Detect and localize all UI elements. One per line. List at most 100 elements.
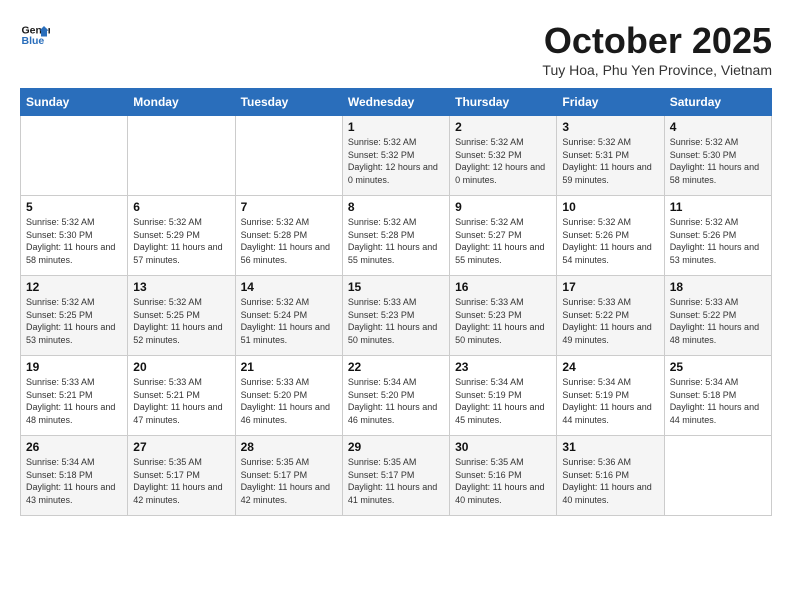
day-number: 1 — [348, 120, 444, 134]
day-cell: 3 Sunrise: 5:32 AM Sunset: 5:31 PM Daylig… — [557, 116, 664, 196]
day-info: Sunrise: 5:35 AM Sunset: 5:17 PM Dayligh… — [348, 456, 444, 506]
day-cell — [21, 116, 128, 196]
day-number: 11 — [670, 200, 766, 214]
logo-icon: General Blue — [20, 20, 50, 50]
day-cell: 10 Sunrise: 5:32 AM Sunset: 5:26 PM Dayli… — [557, 196, 664, 276]
month-title: October 2025 — [542, 20, 772, 62]
day-info: Sunrise: 5:33 AM Sunset: 5:23 PM Dayligh… — [348, 296, 444, 346]
day-cell: 23 Sunrise: 5:34 AM Sunset: 5:19 PM Dayli… — [450, 356, 557, 436]
day-number: 25 — [670, 360, 766, 374]
day-cell: 26 Sunrise: 5:34 AM Sunset: 5:18 PM Dayli… — [21, 436, 128, 516]
day-info: Sunrise: 5:33 AM Sunset: 5:21 PM Dayligh… — [133, 376, 229, 426]
day-info: Sunrise: 5:32 AM Sunset: 5:28 PM Dayligh… — [348, 216, 444, 266]
day-number: 27 — [133, 440, 229, 454]
day-number: 28 — [241, 440, 337, 454]
day-number: 20 — [133, 360, 229, 374]
day-number: 24 — [562, 360, 658, 374]
header-thursday: Thursday — [450, 89, 557, 116]
day-info: Sunrise: 5:32 AM Sunset: 5:29 PM Dayligh… — [133, 216, 229, 266]
day-info: Sunrise: 5:32 AM Sunset: 5:27 PM Dayligh… — [455, 216, 551, 266]
day-cell: 2Sunrise: 5:32 AM Sunset: 5:32 PM Daylig… — [450, 116, 557, 196]
day-number: 29 — [348, 440, 444, 454]
day-cell: 21 Sunrise: 5:33 AM Sunset: 5:20 PM Dayli… — [235, 356, 342, 436]
day-number: 30 — [455, 440, 551, 454]
day-number: 15 — [348, 280, 444, 294]
header-saturday: Saturday — [664, 89, 771, 116]
day-cell: 4Sunrise: 5:32 AM Sunset: 5:30 PM Daylig… — [664, 116, 771, 196]
logo: General Blue — [20, 20, 50, 50]
day-cell: 30 Sunrise: 5:35 AM Sunset: 5:16 PM Dayli… — [450, 436, 557, 516]
title-section: October 2025 Tuy Hoa, Phu Yen Province, … — [542, 20, 772, 78]
day-info: Sunrise: 5:35 AM Sunset: 5:16 PM Dayligh… — [455, 456, 551, 506]
day-cell: 18 Sunrise: 5:33 AM Sunset: 5:22 PM Dayli… — [664, 276, 771, 356]
day-number: 8 — [348, 200, 444, 214]
day-cell: 14Sunrise: 5:32 AM Sunset: 5:24 PM Dayli… — [235, 276, 342, 356]
day-number: 23 — [455, 360, 551, 374]
day-cell: 15 Sunrise: 5:33 AM Sunset: 5:23 PM Dayli… — [342, 276, 449, 356]
day-number: 16 — [455, 280, 551, 294]
day-number: 5 — [26, 200, 122, 214]
svg-text:Blue: Blue — [22, 35, 45, 47]
day-info: Sunrise: 5:32 AM Sunset: 5:25 PM Dayligh… — [26, 296, 122, 346]
day-number: 13 — [133, 280, 229, 294]
day-cell — [128, 116, 235, 196]
day-cell: 9 Sunrise: 5:32 AM Sunset: 5:27 PM Daylig… — [450, 196, 557, 276]
day-cell: 13 Sunrise: 5:32 AM Sunset: 5:25 PM Dayli… — [128, 276, 235, 356]
day-cell: 16 Sunrise: 5:33 AM Sunset: 5:23 PM Dayli… — [450, 276, 557, 356]
day-cell: 24 Sunrise: 5:34 AM Sunset: 5:19 PM Dayli… — [557, 356, 664, 436]
day-info: Sunrise: 5:33 AM Sunset: 5:23 PM Dayligh… — [455, 296, 551, 346]
day-info: Sunrise: 5:34 AM Sunset: 5:18 PM Dayligh… — [670, 376, 766, 426]
day-cell: 25 Sunrise: 5:34 AM Sunset: 5:18 PM Dayli… — [664, 356, 771, 436]
week-row-2: 5 Sunrise: 5:32 AM Sunset: 5:30 PM Daylig… — [21, 196, 772, 276]
day-number: 9 — [455, 200, 551, 214]
day-info: Sunrise: 5:32 AM Sunset: 5:26 PM Dayligh… — [562, 216, 658, 266]
header-wednesday: Wednesday — [342, 89, 449, 116]
day-info: Sunrise: 5:35 AM Sunset: 5:17 PM Dayligh… — [133, 456, 229, 506]
day-cell: 11 Sunrise: 5:32 AM Sunset: 5:26 PM Dayli… — [664, 196, 771, 276]
day-cell: 27 Sunrise: 5:35 AM Sunset: 5:17 PM Dayli… — [128, 436, 235, 516]
day-number: 21 — [241, 360, 337, 374]
day-number: 17 — [562, 280, 658, 294]
day-info: Sunrise: 5:32 AM Sunset: 5:31 PM Dayligh… — [562, 136, 658, 186]
day-info: Sunrise: 5:32 AM Sunset: 5:25 PM Dayligh… — [133, 296, 229, 346]
day-info: Sunrise: 5:32 AM Sunset: 5:24 PM Dayligh… — [241, 296, 337, 346]
day-cell: 19Sunrise: 5:33 AM Sunset: 5:21 PM Dayli… — [21, 356, 128, 436]
day-cell — [664, 436, 771, 516]
day-number: 26 — [26, 440, 122, 454]
week-row-1: 1 Sunrise: 5:32 AM Sunset: 5:32 PM Daylig… — [21, 116, 772, 196]
page-header: General Blue October 2025 Tuy Hoa, Phu Y… — [20, 20, 772, 78]
day-info: Sunrise: 5:33 AM Sunset: 5:22 PM Dayligh… — [670, 296, 766, 346]
day-info: Sunrise: 5:32 AM Sunset: 5:26 PM Dayligh… — [670, 216, 766, 266]
day-number: 22 — [348, 360, 444, 374]
week-row-3: 12 Sunrise: 5:32 AM Sunset: 5:25 PM Dayli… — [21, 276, 772, 356]
day-number: 3 — [562, 120, 658, 134]
location-title: Tuy Hoa, Phu Yen Province, Vietnam — [542, 62, 772, 78]
day-cell: 22 Sunrise: 5:34 AM Sunset: 5:20 PM Dayli… — [342, 356, 449, 436]
day-info: Sunrise: 5:33 AM Sunset: 5:21 PM Dayligh… — [26, 376, 122, 426]
day-info: Sunrise: 5:34 AM Sunset: 5:18 PM Dayligh… — [26, 456, 122, 506]
day-number: 10 — [562, 200, 658, 214]
day-info: Sunrise: 5:33 AM Sunset: 5:22 PM Dayligh… — [562, 296, 658, 346]
day-cell: 1 Sunrise: 5:32 AM Sunset: 5:32 PM Daylig… — [342, 116, 449, 196]
week-row-4: 19Sunrise: 5:33 AM Sunset: 5:21 PM Dayli… — [21, 356, 772, 436]
day-info: Sunrise: 5:34 AM Sunset: 5:20 PM Dayligh… — [348, 376, 444, 426]
day-number: 18 — [670, 280, 766, 294]
week-row-5: 26 Sunrise: 5:34 AM Sunset: 5:18 PM Dayli… — [21, 436, 772, 516]
day-cell: 29 Sunrise: 5:35 AM Sunset: 5:17 PM Dayli… — [342, 436, 449, 516]
day-number: 2 — [455, 120, 551, 134]
day-info: Sunrise: 5:35 AM Sunset: 5:17 PM Dayligh… — [241, 456, 337, 506]
day-cell: 6 Sunrise: 5:32 AM Sunset: 5:29 PM Daylig… — [128, 196, 235, 276]
day-cell: 12 Sunrise: 5:32 AM Sunset: 5:25 PM Dayli… — [21, 276, 128, 356]
day-info: Sunrise: 5:32 AM Sunset: 5:30 PM Dayligh… — [26, 216, 122, 266]
day-number: 6 — [133, 200, 229, 214]
header-sunday: Sunday — [21, 89, 128, 116]
day-info: Sunrise: 5:32 AM Sunset: 5:32 PM Dayligh… — [348, 136, 444, 186]
day-info: Sunrise: 5:34 AM Sunset: 5:19 PM Dayligh… — [562, 376, 658, 426]
day-number: 12 — [26, 280, 122, 294]
day-info: Sunrise: 5:33 AM Sunset: 5:20 PM Dayligh… — [241, 376, 337, 426]
day-cell: 7Sunrise: 5:32 AM Sunset: 5:28 PM Daylig… — [235, 196, 342, 276]
day-number: 4 — [670, 120, 766, 134]
day-info: Sunrise: 5:34 AM Sunset: 5:19 PM Dayligh… — [455, 376, 551, 426]
header-row: Sunday Monday Tuesday Wednesday Thursday… — [21, 89, 772, 116]
day-cell — [235, 116, 342, 196]
